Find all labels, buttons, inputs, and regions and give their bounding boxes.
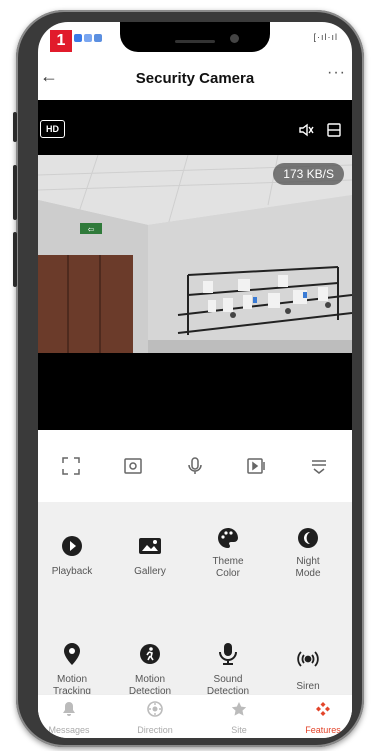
side-button <box>13 112 17 142</box>
nav-label: Messages <box>48 725 90 735</box>
camera-feed: ⇦ 173 KB/S <box>38 155 352 353</box>
feature-label: Playback <box>51 566 93 577</box>
nav-label: Direction <box>137 725 173 735</box>
location-pin-icon <box>60 642 84 666</box>
video-player[interactable]: HD ⇦ 173 KB/S <box>38 100 352 430</box>
features-panel: Playback Gallery Theme Color Night Mode <box>38 502 352 712</box>
hd-quality-button[interactable]: HD <box>40 120 65 138</box>
notification-icons <box>74 34 102 42</box>
playback-icon <box>60 534 84 558</box>
feature-siren[interactable]: Siren <box>273 647 343 693</box>
feature-gallery[interactable]: Gallery <box>115 534 185 578</box>
direction-icon <box>147 701 163 717</box>
star-icon <box>231 702 247 716</box>
feature-label: Siren <box>296 681 320 692</box>
night-mode-icon <box>296 526 320 550</box>
feature-playback[interactable]: Playback <box>38 534 107 578</box>
nav-site[interactable]: Site <box>204 701 274 735</box>
exit-sign: ⇦ <box>88 225 95 234</box>
nav-features[interactable]: Features <box>288 701 352 735</box>
speaker-grille <box>175 40 215 43</box>
phone-screen: 1 [·ıl·ıl ← Security Camera ··· HD ⇦ 173… <box>38 22 352 738</box>
side-button <box>13 165 17 220</box>
signal-icons: [·ıl·ıl <box>313 32 338 42</box>
walking-person-icon <box>138 642 162 666</box>
feature-motion-detection[interactable]: Motion Detection <box>115 642 185 698</box>
feature-motion-tracking[interactable]: Motion Tracking <box>38 642 107 698</box>
feature-sound-detection[interactable]: Sound Detection <box>193 642 263 698</box>
feature-label: Gallery <box>134 566 166 577</box>
page-title: Security Camera <box>135 70 255 87</box>
nav-direction[interactable]: Direction <box>120 701 190 735</box>
side-button <box>13 232 17 287</box>
microphone-icon <box>216 642 240 666</box>
fullscreen-icon[interactable] <box>53 448 89 484</box>
nav-label: Site <box>231 725 247 735</box>
palette-icon <box>216 526 240 550</box>
feature-theme-color[interactable]: Theme Color <box>193 526 263 580</box>
feature-label: Night Mode <box>295 556 321 579</box>
status-bar: 1 [·ıl·ıl <box>38 22 352 58</box>
gallery-icon <box>138 534 162 558</box>
bell-icon <box>63 702 75 716</box>
split-view-icon[interactable] <box>326 122 342 143</box>
bottom-navigation: Messages Direction Site Features <box>38 694 352 738</box>
feature-night-mode[interactable]: Night Mode <box>273 526 343 580</box>
menu-collapse-icon[interactable] <box>301 448 337 484</box>
control-toolbar <box>38 430 352 502</box>
notch <box>120 22 270 52</box>
record-icon[interactable] <box>239 448 275 484</box>
nav-messages[interactable]: Messages <box>38 701 104 735</box>
app-logo: 1 <box>50 30 72 52</box>
features-icon <box>316 702 330 716</box>
bitrate-badge: 173 KB/S <box>273 163 344 185</box>
siren-icon <box>296 647 320 671</box>
screenshot-icon[interactable] <box>115 448 151 484</box>
more-options-icon[interactable]: ··· <box>327 64 346 82</box>
microphone-icon[interactable] <box>177 448 213 484</box>
front-camera <box>230 34 239 43</box>
speaker-mute-icon[interactable] <box>298 122 314 143</box>
nav-label: Features <box>305 725 341 735</box>
app-header: ← Security Camera ··· <box>38 58 352 100</box>
feature-label: Theme Color <box>212 556 244 579</box>
